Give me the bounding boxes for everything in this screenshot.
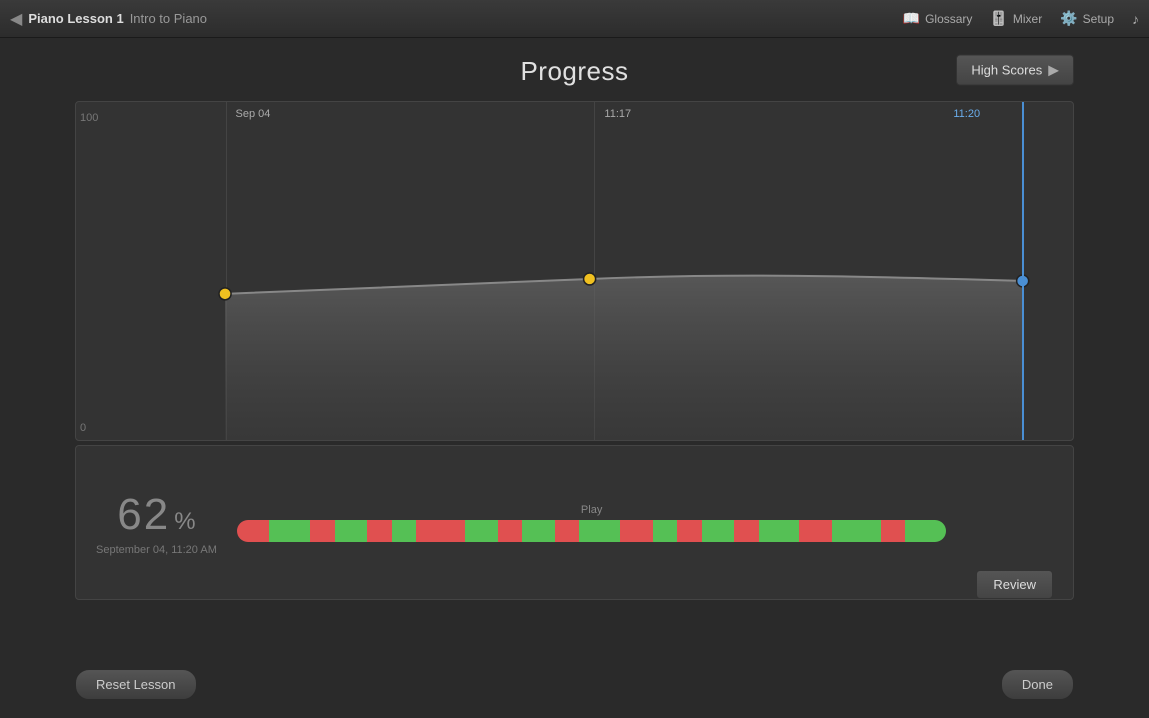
playbar xyxy=(237,520,947,542)
setup-button[interactable]: ⚙️ Setup xyxy=(1060,10,1114,27)
playbar-segment xyxy=(237,520,270,542)
page-title: Progress xyxy=(520,56,628,86)
playbar-segment xyxy=(465,520,498,542)
footer: Reset Lesson Done xyxy=(0,669,1149,700)
reset-lesson-button[interactable]: Reset Lesson xyxy=(75,669,197,700)
done-button[interactable]: Done xyxy=(1001,669,1074,700)
chart-svg xyxy=(76,102,1073,440)
playbar-area: Play xyxy=(237,504,947,542)
playbar-segment xyxy=(905,520,946,542)
score-date: September 04, 11:20 AM xyxy=(96,544,217,556)
high-scores-button[interactable]: High Scores ▶ xyxy=(956,54,1074,85)
progress-chart: 100 0 Sep 04 11:17 11:20 xyxy=(75,101,1074,441)
topbar-right: 📖 Glossary 🎚️ Mixer ⚙️ Setup ♪ xyxy=(903,0,1139,37)
data-point-1 xyxy=(219,288,231,300)
playbar-segment xyxy=(416,520,465,542)
playbar-segment xyxy=(310,520,334,542)
mixer-label: Mixer xyxy=(1013,12,1042,26)
score-row: 62 % xyxy=(117,490,195,540)
setup-icon: ⚙️ xyxy=(1060,10,1077,27)
data-point-2 xyxy=(584,273,596,285)
chevron-right-icon: ▶ xyxy=(1048,61,1059,78)
playbar-segment xyxy=(832,520,881,542)
playbar-segment xyxy=(367,520,391,542)
glossary-icon: 📖 xyxy=(903,10,920,27)
back-button[interactable]: ◀ xyxy=(10,9,22,29)
playbar-segment xyxy=(881,520,905,542)
music-icon: ♪ xyxy=(1132,11,1139,27)
playbar-segment xyxy=(269,520,310,542)
playbar-segment xyxy=(620,520,653,542)
high-scores-label: High Scores xyxy=(971,62,1042,77)
mixer-button[interactable]: 🎚️ Mixer xyxy=(990,10,1042,27)
playbar-segment xyxy=(734,520,758,542)
playbar-segment xyxy=(392,520,416,542)
bottom-panel: 62 % September 04, 11:20 AM Play Review xyxy=(75,445,1074,600)
playbar-segment xyxy=(498,520,522,542)
playbar-segment xyxy=(799,520,832,542)
score-percent: % xyxy=(174,508,195,536)
lesson-title: Piano Lesson 1 xyxy=(28,11,123,26)
review-button[interactable]: Review xyxy=(976,570,1053,599)
play-label: Play xyxy=(581,504,602,516)
setup-label: Setup xyxy=(1083,12,1114,26)
current-time-line xyxy=(1022,102,1024,440)
lesson-subtitle: Intro to Piano xyxy=(130,11,207,26)
score-display: 62 % September 04, 11:20 AM xyxy=(96,490,217,556)
page-title-area: Progress High Scores ▶ xyxy=(75,38,1074,101)
mixer-icon: 🎚️ xyxy=(990,10,1007,27)
topbar: ◀ Piano Lesson 1 Intro to Piano 📖 Glossa… xyxy=(0,0,1149,38)
playbar-segment xyxy=(759,520,800,542)
playbar-segment xyxy=(555,520,579,542)
playbar-segment xyxy=(702,520,735,542)
playbar-segment xyxy=(653,520,677,542)
glossary-button[interactable]: 📖 Glossary xyxy=(903,10,973,27)
main-content: Progress High Scores ▶ 100 0 Sep 04 11:1… xyxy=(0,38,1149,600)
playbar-segment xyxy=(579,520,620,542)
back-arrow-icon: ◀ xyxy=(10,9,22,29)
score-value: 62 xyxy=(117,490,170,540)
playbar-segment xyxy=(522,520,555,542)
music-button[interactable]: ♪ xyxy=(1132,11,1139,27)
playbar-segment xyxy=(677,520,701,542)
glossary-label: Glossary xyxy=(925,12,972,26)
playbar-segment xyxy=(335,520,368,542)
